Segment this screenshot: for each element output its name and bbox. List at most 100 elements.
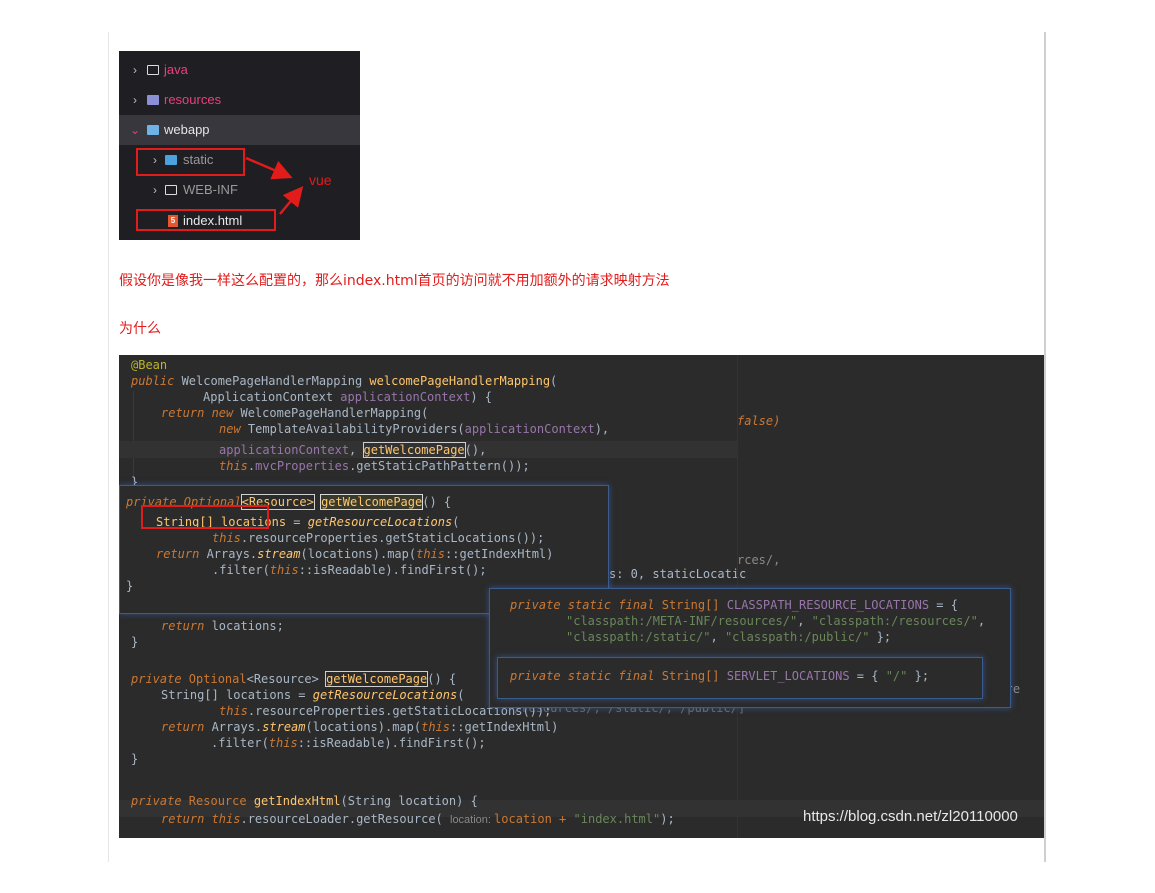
code-string: "classpath:/resources/" [811, 614, 978, 628]
code-keyword: this [269, 563, 299, 577]
code-keyword: this [219, 459, 248, 473]
indent-guide [133, 391, 134, 486]
code-param: applicationContext [219, 443, 350, 457]
code-type: WelcomePageHandlerMapping( [240, 406, 429, 420]
code-punct: ) { [470, 390, 493, 404]
code-punct: , [797, 614, 812, 628]
code-string: "classpath:/static/" [566, 630, 711, 644]
code-keyword: this [268, 736, 298, 750]
code-punct: ), [594, 422, 610, 436]
code-keyword: return [161, 619, 212, 633]
code-keyword: return [161, 812, 212, 826]
code-type: Resource [188, 794, 254, 808]
code-punct: ( [452, 515, 460, 529]
code-punct: ( [457, 688, 465, 702]
code-punct: , [349, 443, 364, 457]
code-string: "/" [885, 669, 908, 683]
code-punct: = [286, 515, 308, 529]
code-keyword: this [212, 531, 241, 545]
code-punct: } [131, 752, 139, 766]
code-type: Arrays. [206, 547, 258, 561]
code-keyword: private [131, 672, 189, 686]
code-keyword: this [416, 547, 446, 561]
code-method: stream [257, 547, 301, 561]
caption-line-2: 为什么 [119, 321, 161, 337]
code-method-highlight[interactable]: getWelcomePage [362, 442, 466, 458]
code-text: (locations).map( [305, 720, 422, 734]
quick-definition-popup-servlet: private static final String[] SERVLET_LO… [497, 657, 983, 699]
code-string: "classpath:/public/" [724, 630, 870, 644]
code-method: welcomePageHandlerMapping [369, 374, 551, 388]
code-text: locations; [211, 619, 284, 633]
vue-annotation: vue [309, 172, 332, 188]
code-fragment: false) [737, 414, 781, 428]
code-punct: }; [907, 669, 930, 683]
code-punct: (), [464, 443, 487, 457]
code-method-highlight[interactable]: getWelcomePage [325, 671, 429, 687]
watermark-url: https://blog.csdn.net/zl20110000 [803, 808, 1018, 825]
code-text: ::getIndexHtml) [450, 720, 559, 734]
parameter-hint: location: [450, 814, 495, 826]
code-text: ::getIndexHtml) [445, 547, 554, 561]
code-constant: CLASSPATH_RESOURCE_LOCATIONS [726, 598, 930, 612]
code-punct: ( [550, 374, 558, 388]
code-text: (String location) { [340, 794, 478, 808]
code-punct: } [126, 579, 134, 593]
code-keyword: return [161, 720, 212, 734]
code-punct: () { [427, 672, 457, 686]
code-punct: = { [929, 598, 958, 612]
code-punct: }; [869, 630, 892, 644]
code-text: .resourceProperties.getStaticLocations()… [240, 531, 545, 545]
code-method: stream [262, 720, 306, 734]
locations-highlight-box [141, 505, 269, 529]
code-text: .filter( [211, 736, 269, 750]
code-method: getResourceLocations [307, 515, 453, 529]
code-text: ::isReadable).findFirst(); [298, 563, 487, 577]
code-punct: , [977, 614, 986, 628]
code-keyword: public [131, 374, 182, 388]
code-keyword: new [219, 422, 248, 436]
arrow-index-to-vue [279, 186, 304, 215]
code-punct: () { [422, 495, 452, 509]
code-type: String[] [661, 669, 727, 683]
code-text: (locations).map( [300, 547, 417, 561]
arrow-static-to-vue [245, 156, 293, 180]
code-keyword: private static final [510, 669, 662, 683]
code-keyword: private static final [510, 598, 662, 612]
code-method-highlight[interactable]: getWelcomePage [320, 494, 424, 510]
code-type: ApplicationContext [203, 390, 341, 404]
code-keyword: return [156, 547, 207, 561]
code-punct: ); [660, 812, 675, 826]
code-field: mvcProperties [255, 459, 350, 473]
code-string: "index.html" [573, 812, 661, 826]
code-type: String[] [661, 598, 727, 612]
code-punct: .getStaticPathPattern()); [349, 459, 530, 473]
code-text: location + [494, 812, 574, 826]
code-text: String[] locations = [161, 688, 313, 702]
code-keyword: this [219, 704, 248, 718]
code-punct: = { [849, 669, 886, 683]
code-keyword: private [131, 794, 189, 808]
code-method: getResourceLocations [312, 688, 458, 702]
code-string: "classpath:/META-INF/resources/" [566, 614, 798, 628]
code-type: TemplateAvailabilityProviders( [247, 422, 465, 436]
code-annotation: @Bean [131, 358, 168, 372]
code-type: Optional [188, 672, 247, 686]
code-screenshot: false) rces/, s: 0, staticLocatic NF/re … [119, 355, 1044, 838]
code-keyword: return new [161, 406, 241, 420]
code-punct: } [131, 635, 139, 649]
code-text: .filter( [212, 563, 270, 577]
code-keyword: this [421, 720, 451, 734]
code-constant: SERVLET_LOCATIONS [726, 669, 850, 683]
code-type: WelcomePageHandlerMapping [181, 374, 370, 388]
code-text: ::isReadable).findFirst(); [297, 736, 486, 750]
code-punct: , [710, 630, 725, 644]
code-punct [314, 495, 321, 509]
code-fragment: s: 0, staticLocatic [609, 567, 747, 581]
code-type: <Resource> [246, 672, 327, 686]
caption-line-1: 假设你是像我一样这么配置的，那么index.html首页的访问就不用加额外的请求… [119, 273, 670, 289]
code-text: .resourceLoader.getResource( [240, 812, 450, 826]
code-method: getIndexHtml [253, 794, 341, 808]
code-type: Arrays. [211, 720, 263, 734]
code-param: applicationContext [340, 390, 471, 404]
